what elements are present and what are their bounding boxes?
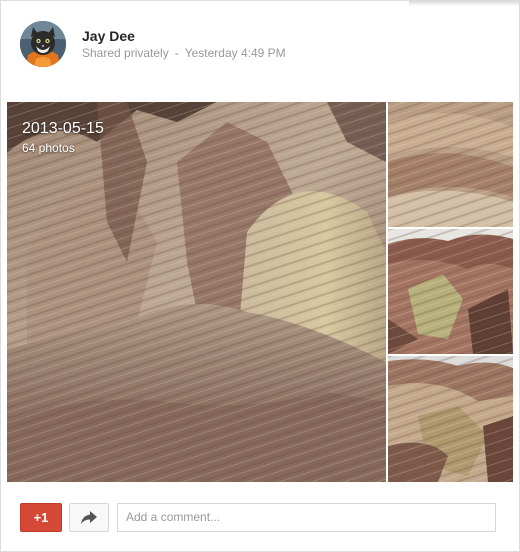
post-timestamp[interactable]: Yesterday 4:49 PM <box>185 46 286 60</box>
album-thumbnail[interactable] <box>388 356 513 482</box>
plus-one-button[interactable]: +1 <box>20 503 62 532</box>
share-arrow-icon <box>81 511 97 524</box>
comment-input[interactable]: Add a comment... <box>117 503 496 532</box>
meta-separator: - <box>174 46 179 60</box>
avatar[interactable] <box>20 21 66 67</box>
visibility-label[interactable]: Shared privately <box>82 46 169 60</box>
post-meta: Shared privately - Yesterday 4:49 PM <box>82 46 286 60</box>
rock-hills-thumbnail-image <box>388 229 513 354</box>
cat-astronaut-avatar-image <box>20 21 66 67</box>
rock-strata-thumbnail-image <box>388 102 513 227</box>
card-shadow <box>409 1 519 6</box>
rock-layers-thumbnail-image <box>388 356 513 482</box>
album-date: 2013-05-15 <box>22 120 104 137</box>
post-card: Jay Dee Shared privately - Yesterday 4:49 … <box>0 0 520 552</box>
rock-canyon-photo <box>7 102 386 482</box>
album-thumbnail[interactable] <box>388 229 513 354</box>
share-button[interactable] <box>69 503 109 532</box>
author-name[interactable]: Jay Dee <box>82 28 135 44</box>
album-main-photo[interactable]: 2013-05-15 64 photos <box>7 102 386 482</box>
album-thumbnail[interactable] <box>388 102 513 227</box>
photo-album[interactable]: 2013-05-15 64 photos <box>7 102 513 482</box>
album-photo-count: 64 photos <box>22 141 75 155</box>
